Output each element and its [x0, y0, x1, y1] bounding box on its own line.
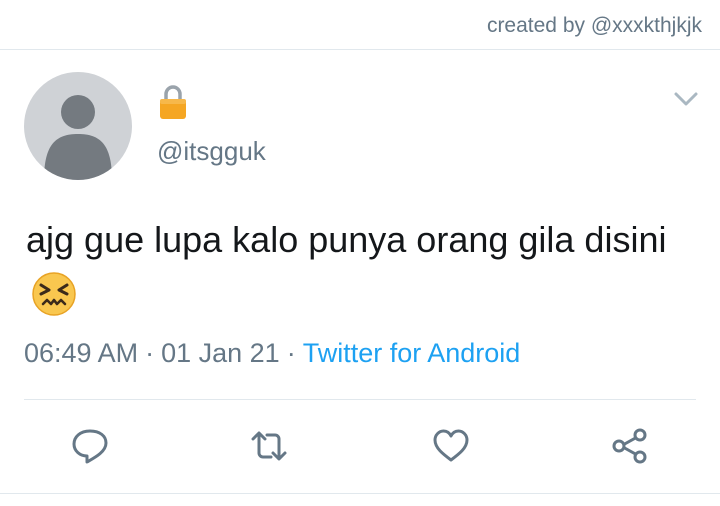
- share-icon: [612, 428, 647, 464]
- share-button[interactable]: [608, 424, 652, 468]
- tweet-time: 06:49 AM: [24, 338, 139, 368]
- chevron-down-icon[interactable]: [673, 90, 699, 108]
- tweet-source-link[interactable]: Twitter for Android: [303, 338, 521, 368]
- divider: [0, 493, 720, 494]
- user-handle[interactable]: @itsgguk: [157, 136, 266, 167]
- tweet-text: ajg gue lupa kalo punya orang gila disin…: [26, 219, 667, 260]
- tweet-meta: 06:49 AM · 01 Jan 21 · Twitter for Android: [24, 338, 520, 369]
- tweet-text-container: ajg gue lupa kalo punya orang gila disin…: [26, 212, 696, 324]
- meta-separator: ·: [286, 338, 296, 368]
- meta-separator: ·: [145, 338, 155, 368]
- like-icon: [433, 429, 469, 462]
- default-avatar-icon: [44, 95, 112, 180]
- divider: [0, 49, 720, 50]
- divider: [24, 399, 696, 400]
- credit-label: created by @xxxkthjkjk: [486, 14, 702, 37]
- reply-button[interactable]: [68, 424, 112, 468]
- like-button[interactable]: [429, 424, 473, 468]
- reply-icon: [72, 429, 108, 464]
- tweet-date: 01 Jan 21: [161, 338, 280, 368]
- retweet-icon: [251, 431, 287, 461]
- lock-icon: [160, 85, 186, 119]
- confounded-face-emoji: [32, 272, 76, 316]
- avatar[interactable]: [24, 72, 132, 180]
- retweet-button[interactable]: [247, 424, 291, 468]
